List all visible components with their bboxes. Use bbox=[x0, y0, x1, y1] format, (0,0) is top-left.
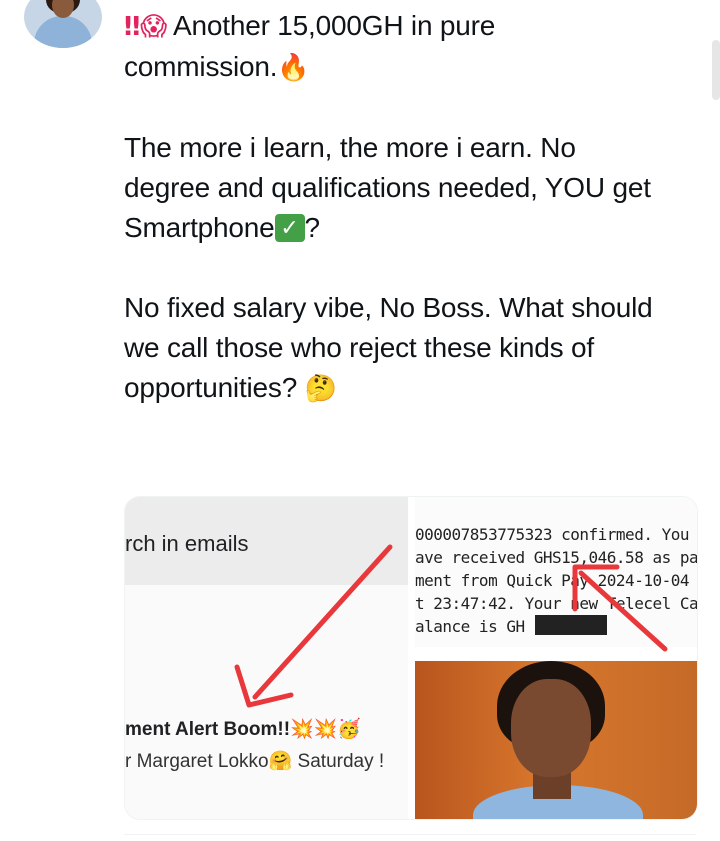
fire-emoji-icon: 🔥 bbox=[277, 53, 310, 83]
red-arrows bbox=[234, 544, 668, 708]
tweet-media[interactable]: rch in emails ment Alert Boom!!💥💥🥳 r Mar… bbox=[124, 496, 698, 820]
tweet-para-3b: we call those who reject these kinds of bbox=[124, 332, 595, 363]
divider bbox=[124, 834, 696, 835]
tweet-opportunities: opportunities? bbox=[124, 372, 305, 403]
tweet-question-mark: ? bbox=[304, 212, 321, 243]
tweet-headline: Another 15,000GH in pure bbox=[167, 10, 496, 41]
alarm-emoji-icon: ‼😱 bbox=[124, 12, 168, 42]
arrow-up-left-icon bbox=[572, 564, 668, 652]
tweet-para-2a: The more i learn, the more i earn. No bbox=[124, 132, 576, 163]
tweet-smartphone: Smartphone bbox=[124, 212, 275, 243]
author-avatar[interactable] bbox=[24, 0, 102, 48]
check-emoji-icon: ✓ bbox=[274, 213, 305, 242]
tweet-para-3a: No fixed salary vibe, No Boss. What shou… bbox=[124, 292, 653, 323]
tweet-para-2c: Smartphone ✓? bbox=[124, 208, 714, 248]
tweet-line-2: commission.🔥 bbox=[124, 47, 714, 88]
tweet-line-1: ‼😱 Another 15,000GH in pure bbox=[124, 6, 714, 47]
thinking-emoji-icon: 🤔 bbox=[304, 374, 337, 404]
arrow-down-left-icon bbox=[234, 544, 393, 708]
tweet-commission: commission. bbox=[124, 51, 278, 82]
tweet-para-2b: degree and qualifications needed, YOU ge… bbox=[124, 172, 651, 203]
tweet-text: ‼😱 Another 15,000GH in pure commission.🔥… bbox=[124, 6, 714, 409]
tweet-para-3c: opportunities? 🤔 bbox=[124, 368, 714, 409]
